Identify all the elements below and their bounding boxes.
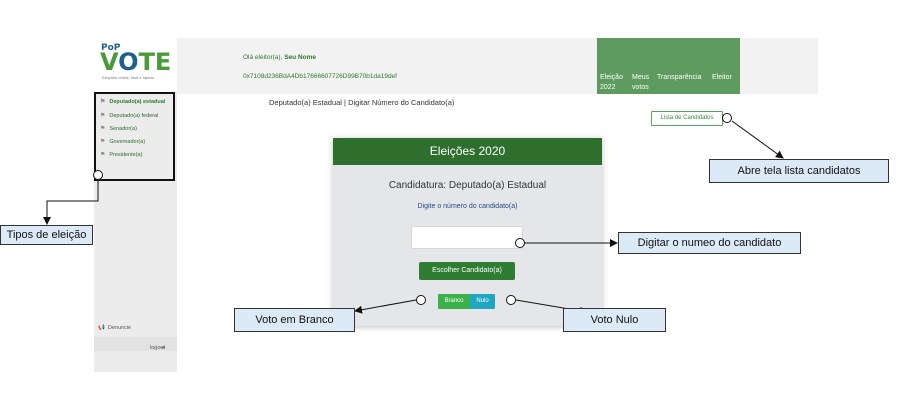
lista-marker	[722, 113, 732, 123]
screenshot-stage: PoP VOTE Eleições online, fácil e rápido…	[0, 0, 904, 405]
branco-marker	[416, 295, 426, 305]
annotation-nulo: Voto Nulo	[563, 308, 666, 332]
digitar-marker	[515, 238, 525, 248]
branco-arrow	[354, 299, 417, 314]
annotation-arrows	[43, 120, 784, 315]
lista-arrow	[731, 120, 784, 159]
annotation-lista: Abre tela lista candidatos	[709, 159, 889, 183]
annotation-digitar: Digitar o numeo do candidato	[618, 232, 801, 254]
nulo-marker	[506, 295, 516, 305]
annotation-tipos: Tipos de eleição	[0, 225, 93, 245]
tipos-marker	[93, 170, 103, 180]
annotation-branco: Voto em Branco	[234, 308, 355, 332]
tipos-arrow	[43, 175, 99, 225]
